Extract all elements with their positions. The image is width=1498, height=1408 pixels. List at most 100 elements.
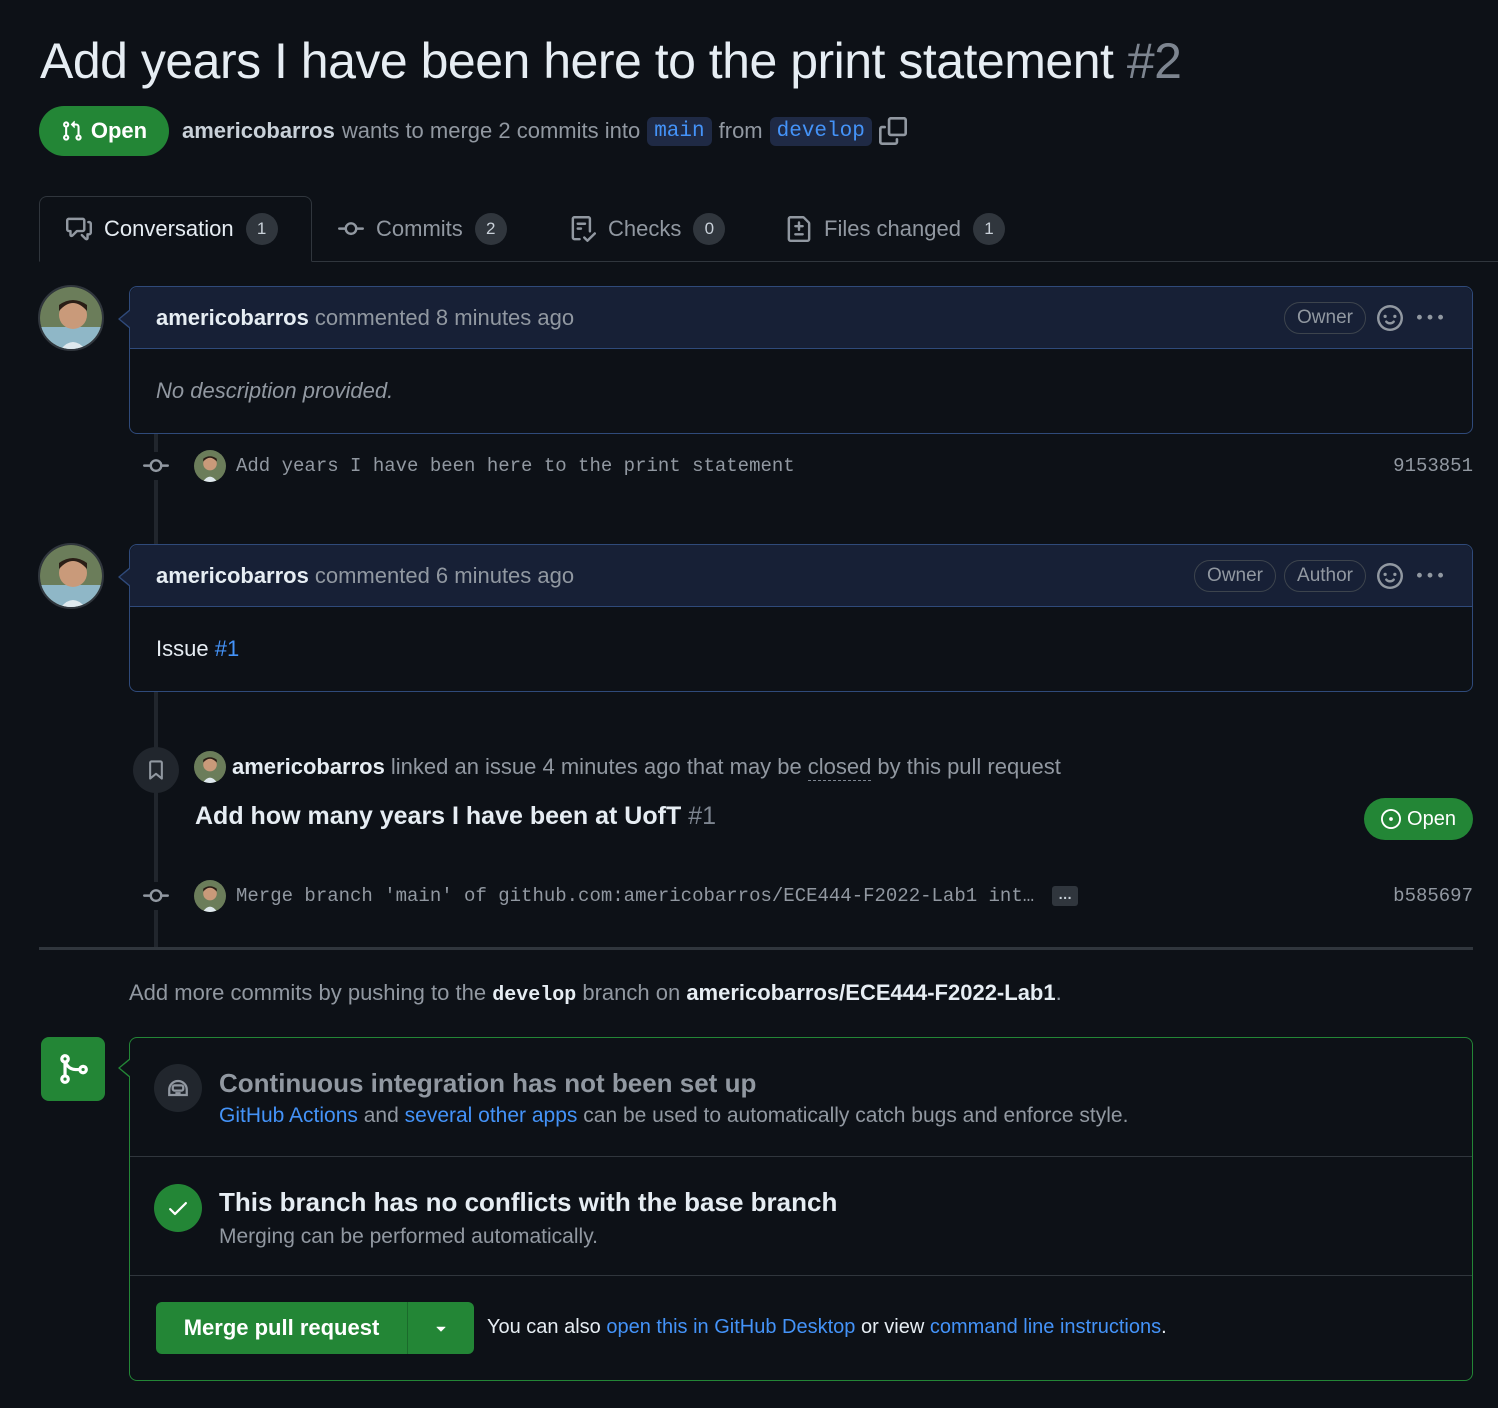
issue-state-label: Open [1407, 807, 1456, 830]
merge-alt-prefix: You can also [487, 1316, 601, 1338]
push-hint-branch: develop [492, 984, 577, 1007]
pr-state-badge: Open [39, 106, 169, 156]
ci-title: Continuous integration has not been set … [219, 1068, 757, 1098]
merge-button-group: Merge pull request [156, 1302, 474, 1354]
push-hint-repo[interactable]: americobarros/ECE444-F2022-Lab1 [686, 980, 1055, 1005]
base-branch[interactable]: main [647, 116, 712, 146]
ci-and: and [363, 1104, 399, 1127]
comment-actions: Owner [1284, 301, 1446, 334]
smiley-icon[interactable] [1374, 560, 1406, 592]
file-diff-icon [787, 216, 811, 242]
comment-card: americobarros commented 8 minutes ago Ow… [118, 286, 1473, 434]
conflict-section: This branch has no conflicts with the ba… [130, 1157, 1472, 1276]
comment-body: No description provided. [156, 378, 394, 403]
tab-commits-count: 2 [474, 213, 507, 245]
comment-timestamp[interactable]: commented 8 minutes ago [315, 305, 574, 331]
author-badge: Author [1284, 559, 1366, 592]
comment-body: Issue #1 [130, 607, 1472, 691]
page-title: Add years I have been here to the print … [40, 32, 1182, 90]
pr-meta-from: from [718, 118, 763, 143]
push-hint: Add more commits by pushing to the devel… [129, 980, 1062, 1007]
check-icon [154, 1184, 202, 1232]
git-merge-icon [41, 1037, 105, 1101]
comment-author[interactable]: americobarros [156, 305, 309, 331]
event-text-after: by this pull request [877, 754, 1061, 779]
pr-tabs: Conversation 1 Commits 2 Checks 0 Files … [39, 196, 1498, 262]
tab-commits[interactable]: Commits 2 [312, 196, 533, 262]
merge-alt-suffix: . [1161, 1316, 1167, 1338]
head-branch[interactable]: develop [769, 116, 872, 146]
push-hint-prefix: Add more commits by pushing to the [129, 980, 487, 1005]
comment-header: americobarros commented 6 minutes ago Ow… [118, 545, 1472, 607]
linked-issue-title-text: Add how many years I have been at UofT [195, 802, 682, 830]
push-hint-middle: branch on [582, 980, 681, 1005]
tab-files-changed-label: Files changed [824, 216, 961, 241]
github-actions-link[interactable]: GitHub Actions [219, 1104, 358, 1127]
pr-state-label: Open [90, 118, 148, 143]
linked-issue-title[interactable]: Add how many years I have been at UofT #… [195, 802, 716, 831]
owner-badge: Owner [1194, 559, 1277, 592]
pr-number: #2 [1126, 33, 1182, 89]
comment-author[interactable]: americobarros [156, 563, 309, 589]
avatar[interactable] [194, 450, 226, 482]
avatar[interactable] [38, 543, 104, 609]
comment-timestamp[interactable]: commented 6 minutes ago [315, 563, 574, 589]
merge-alternatives: You can also open this in GitHub Desktop… [487, 1316, 1167, 1339]
push-hint-suffix: . [1055, 980, 1062, 1005]
avatar[interactable] [194, 751, 226, 783]
tab-checks[interactable]: Checks 0 [544, 196, 751, 262]
event-author[interactable]: americobarros [232, 754, 385, 780]
copilot-icon [154, 1064, 202, 1112]
comment-header: americobarros commented 8 minutes ago Ow… [118, 287, 1472, 349]
tab-commits-label: Commits [376, 216, 463, 241]
tab-checks-count: 0 [693, 213, 726, 245]
commit-icon [338, 222, 364, 236]
kebab-menu-icon[interactable] [1414, 302, 1446, 334]
merge-box: Continuous integration has not been set … [118, 1037, 1473, 1381]
copy-icon[interactable] [878, 117, 907, 145]
other-apps-link[interactable]: several other apps [405, 1104, 578, 1127]
open-github-desktop-link[interactable]: open this in GitHub Desktop [606, 1316, 855, 1338]
issue-opened-icon [1381, 809, 1402, 829]
avatar[interactable] [38, 285, 104, 351]
issue-link[interactable]: #1 [215, 636, 239, 662]
commit-sha-link[interactable]: b585697 [1393, 885, 1473, 907]
merge-method-dropdown[interactable] [408, 1302, 474, 1354]
avatar[interactable] [194, 880, 226, 912]
commit-message-link[interactable]: Add years I have been here to the print … [236, 455, 795, 477]
triangle-down-icon [436, 1326, 446, 1332]
commit-row: Merge branch 'main' of github.com:americ… [142, 876, 1473, 916]
pr-meta-text: wants to merge 2 commits into [341, 118, 641, 143]
commit-sha-link[interactable]: 9153851 [1393, 455, 1473, 477]
command-line-instructions-link[interactable]: command line instructions [930, 1316, 1161, 1338]
pr-title-text: Add years I have been here to the print … [40, 33, 1114, 89]
pr-author-link[interactable]: americobarros [182, 118, 335, 144]
conflict-subtitle: Merging can be performed automatically. [219, 1225, 598, 1248]
linked-issue-event: americobarros linked an issue 4 minutes … [194, 751, 1061, 783]
event-text: linked an issue 4 minutes ago that may b… [390, 754, 802, 779]
tab-files-changed[interactable]: Files changed 1 [760, 196, 1031, 262]
comment-body-text: Issue [156, 636, 209, 661]
tab-conversation[interactable]: Conversation 1 [39, 196, 312, 262]
commit-icon [142, 452, 170, 480]
kebab-menu-icon[interactable] [1414, 560, 1446, 592]
ci-subtitle: GitHub Actions and several other apps ca… [219, 1104, 1128, 1128]
smiley-icon[interactable] [1374, 302, 1406, 334]
merge-pull-request-button[interactable]: Merge pull request [156, 1302, 408, 1354]
checklist-icon [571, 216, 596, 242]
event-closed-text: closed [807, 753, 872, 781]
conflict-title: This branch has no conflicts with the ba… [219, 1187, 838, 1217]
tab-checks-label: Checks [608, 216, 682, 241]
comment-card: americobarros commented 6 minutes ago Ow… [118, 544, 1473, 692]
timeline-divider [39, 947, 1473, 950]
commit-icon [142, 882, 170, 910]
comment-discussion-icon [66, 217, 92, 241]
owner-badge: Owner [1284, 301, 1366, 334]
ci-section: Continuous integration has not been set … [130, 1038, 1472, 1157]
expand-commit-button[interactable]: … [1052, 886, 1079, 906]
merge-alt-middle: or view [860, 1316, 925, 1338]
comment-actions: Owner Author [1194, 559, 1446, 592]
tab-conversation-label: Conversation [104, 216, 234, 241]
bookmark-icon [133, 747, 179, 793]
commit-message-link[interactable]: Merge branch 'main' of github.com:americ… [236, 885, 1034, 907]
